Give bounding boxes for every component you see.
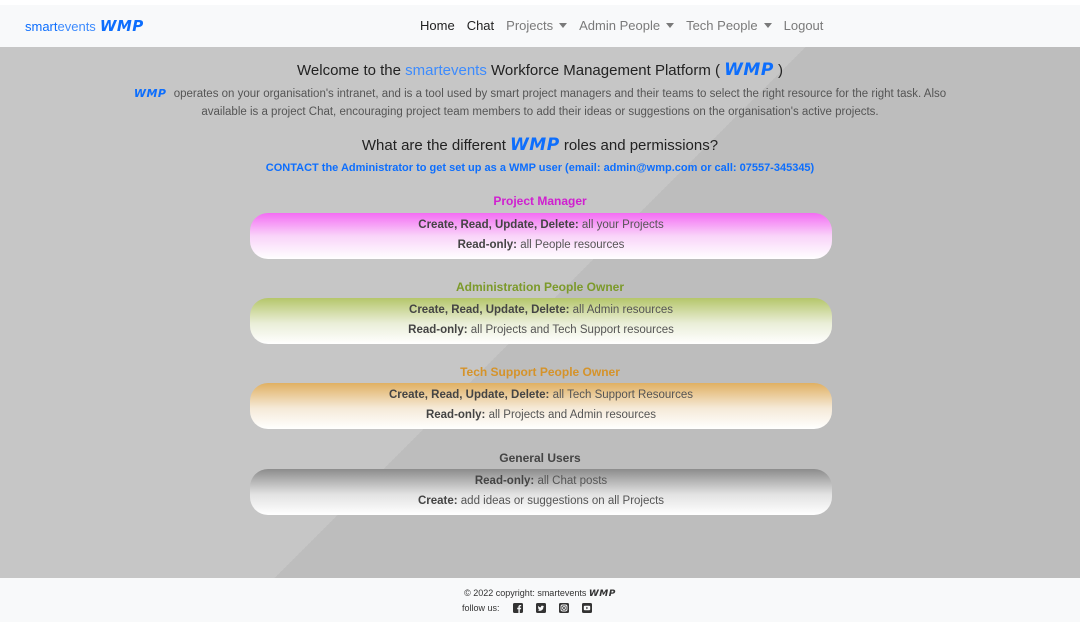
- nav-projects-label: Projects: [506, 18, 554, 33]
- roles-heading-suffix: roles and permissions?: [559, 137, 719, 154]
- nav-chat-link[interactable]: Chat: [467, 18, 494, 33]
- permission-text: all Admin resources: [569, 304, 673, 316]
- role-title-tech-owner: Tech Support People Owner: [460, 365, 620, 379]
- permission-text: all your Projects: [578, 219, 664, 231]
- intro-paragraph: WMP operates on your organisation's intr…: [110, 85, 970, 121]
- nav-home-link[interactable]: Home: [420, 18, 455, 33]
- permission-label: Read-only:: [408, 324, 468, 336]
- permission-text: all Projects and Tech Support resources: [467, 324, 674, 336]
- role-card-admin-owner: Create, Read, Update, Delete: all Admin …: [250, 298, 832, 344]
- permission-text: all People resources: [517, 239, 625, 251]
- role-title-admin-owner: Administration People Owner: [455, 280, 625, 294]
- brand-logo[interactable]: smart events WMP: [25, 17, 144, 35]
- permission-label: Create, Read, Update, Delete:: [409, 304, 570, 316]
- permission-label: Create, Read, Update, Delete:: [388, 389, 550, 401]
- roles-heading: What are the different WMP roles and per…: [0, 135, 1080, 155]
- top-navbar: smart events WMP Home Chat Projects Admin…: [0, 5, 1080, 47]
- nav-links: Home Chat Projects Admin People Tech Peo…: [420, 18, 823, 33]
- welcome-wmp-logo: WMP: [724, 60, 774, 80]
- social-links: follow us:: [462, 603, 592, 613]
- contact-admin-text: CONTACT the Administrator to get set up …: [265, 162, 815, 174]
- follow-us-label: follow us:: [462, 603, 500, 613]
- permission-text: all Tech Support Resources: [549, 389, 694, 401]
- welcome-events: events: [442, 62, 487, 79]
- permission-label: Create, Read, Update, Delete:: [418, 219, 579, 231]
- permission-label: Read-only:: [474, 475, 535, 487]
- role-card-tech-owner: Create, Read, Update, Delete: all Tech S…: [250, 383, 832, 429]
- role-permission-line: Create: add ideas or suggestions on all …: [250, 491, 832, 511]
- permission-text: all Projects and Admin resources: [485, 409, 657, 421]
- nav-logout-link[interactable]: Logout: [784, 18, 824, 33]
- facebook-icon[interactable]: [512, 603, 523, 613]
- footer-wmp-logo: WMP: [588, 589, 616, 599]
- role-title-general-users: General Users: [499, 451, 581, 465]
- roles-heading-wmp-logo: WMP: [510, 135, 560, 155]
- main-content: Welcome to the smartevents Workforce Man…: [0, 47, 1080, 578]
- permission-text: all Chat posts: [534, 475, 608, 487]
- welcome-smart: smart: [405, 62, 443, 79]
- intro-text: operates on your organisation's intranet…: [173, 88, 947, 118]
- role-permission-line: Read-only: all Chat posts: [250, 471, 832, 491]
- permission-label: Read-only:: [425, 409, 486, 421]
- role-permission-line: Read-only: all Projects and Admin resour…: [250, 405, 832, 425]
- permission-label: Create:: [417, 495, 458, 507]
- role-title-project-manager: Project Manager: [493, 194, 587, 208]
- nav-tech-people-dropdown[interactable]: Tech People: [686, 18, 772, 33]
- brand-smart-text: smart: [25, 19, 58, 34]
- nav-admin-people-label: Admin People: [579, 18, 661, 33]
- intro-wmp-logo: WMP: [133, 87, 167, 100]
- role-permission-line: Read-only: all Projects and Tech Support…: [250, 320, 832, 340]
- welcome-prefix: Welcome to the: [297, 62, 406, 79]
- permission-label: Read-only:: [457, 239, 517, 251]
- instagram-icon[interactable]: [558, 603, 569, 613]
- chevron-down-icon: [763, 23, 772, 28]
- copyright-text: © 2022 copyright: smartevents WMP: [0, 588, 1080, 599]
- nav-projects-dropdown[interactable]: Projects: [506, 18, 568, 33]
- copyright-label: © 2022 copyright: smartevents: [464, 588, 587, 598]
- twitter-icon[interactable]: [535, 603, 546, 613]
- role-card-project-manager: Create, Read, Update, Delete: all your P…: [250, 213, 832, 259]
- page-footer: © 2022 copyright: smartevents WMP follow…: [0, 578, 1080, 622]
- role-permission-line: Create, Read, Update, Delete: all Tech S…: [250, 385, 832, 405]
- role-card-general-users: Read-only: all Chat posts Create: add id…: [250, 469, 832, 515]
- page-title: Welcome to the smartevents Workforce Man…: [0, 60, 1080, 80]
- nav-tech-people-label: Tech People: [686, 18, 758, 33]
- permission-text: add ideas or suggestions on all Projects: [457, 495, 665, 507]
- chevron-down-icon: [559, 23, 568, 28]
- nav-admin-people-dropdown[interactable]: Admin People: [579, 18, 675, 33]
- youtube-icon[interactable]: [581, 603, 592, 613]
- welcome-middle: Workforce Management Platform (: [486, 62, 725, 79]
- role-permission-line: Create, Read, Update, Delete: all your P…: [250, 215, 832, 235]
- brand-events-text: events: [57, 19, 96, 34]
- welcome-suffix: ): [773, 62, 783, 79]
- chevron-down-icon: [666, 23, 675, 28]
- role-permission-line: Read-only: all People resources: [250, 235, 832, 255]
- role-permission-line: Create, Read, Update, Delete: all Admin …: [250, 300, 832, 320]
- roles-heading-prefix: What are the different: [361, 137, 511, 154]
- brand-wmp-logo: WMP: [99, 17, 144, 35]
